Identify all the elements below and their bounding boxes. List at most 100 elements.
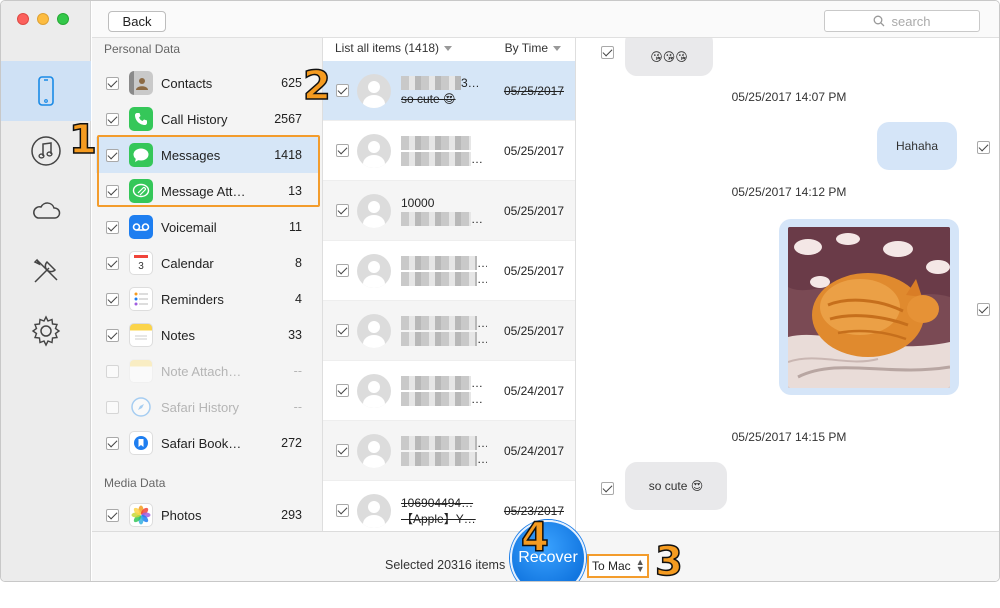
category-checkbox[interactable]	[106, 76, 119, 90]
category-count: --	[293, 400, 302, 414]
message-checkbox[interactable]	[977, 141, 990, 154]
category-label: Photos	[161, 507, 202, 523]
category-contacts[interactable]: Contacts 625	[96, 65, 318, 101]
category-checkbox[interactable]	[106, 112, 119, 126]
item-checkbox[interactable]	[336, 384, 349, 397]
category-checkbox[interactable]	[106, 436, 119, 450]
conversation-pane: 😘😘😘 05/25/2017 14:07 PM Hahaha 05/25/201…	[577, 38, 999, 531]
list-item[interactable]: … … 05/25/2017	[323, 241, 575, 301]
category-messages[interactable]: Messages 1418	[96, 137, 318, 173]
category-safari-bookmarks[interactable]: Safari Book… 272	[96, 425, 318, 461]
message-list: List all items (1418) By Time 3… so cute…	[323, 38, 576, 531]
item-preview: …	[471, 211, 483, 226]
category-reminders[interactable]: Reminders 4	[96, 281, 318, 317]
avatar	[357, 493, 391, 528]
chevron-down-icon	[553, 46, 561, 52]
sort-label: By Time	[504, 41, 548, 55]
list-item[interactable]: 3… so cute 😍 05/25/2017	[323, 61, 575, 121]
item-preview: …	[477, 272, 487, 286]
window-close-button[interactable]	[17, 13, 29, 25]
destination-label: To Mac	[592, 559, 631, 573]
item-preview: …	[477, 452, 487, 466]
item-date: 05/24/2017	[503, 443, 564, 458]
item-date: 05/25/2017	[503, 263, 564, 278]
category-checkbox[interactable]	[106, 328, 119, 342]
cat-photo	[788, 227, 950, 388]
item-title: …	[477, 436, 487, 450]
contacts-icon	[129, 71, 153, 95]
rail-tools-button[interactable]	[1, 241, 91, 301]
window-minimize-button[interactable]	[37, 13, 49, 25]
updown-chevron-icon: ▲ ▼	[635, 557, 645, 574]
list-item[interactable]: … … 05/25/2017	[323, 301, 575, 361]
back-button[interactable]: Back	[108, 11, 166, 32]
category-count: --	[293, 364, 302, 378]
item-title: …	[471, 375, 483, 390]
item-title: 10000	[401, 195, 435, 210]
item-checkbox[interactable]	[336, 144, 349, 157]
list-item[interactable]: … … 05/24/2017	[323, 361, 575, 421]
category-voicemail[interactable]: Voicemail 11	[96, 209, 318, 245]
list-item[interactable]: 10000 … 05/25/2017	[323, 181, 575, 241]
list-item[interactable]: … … 05/24/2017	[323, 421, 575, 481]
rail-icloud-button[interactable]	[1, 181, 91, 241]
rail-settings-button[interactable]	[1, 301, 91, 361]
message-checkbox[interactable]	[977, 303, 990, 316]
avatar	[357, 73, 391, 108]
category-label: Voicemail	[161, 219, 217, 235]
item-checkbox[interactable]	[336, 264, 349, 277]
rail-device-button[interactable]	[1, 61, 91, 121]
list-item[interactable]: … 05/25/2017	[323, 121, 575, 181]
item-checkbox[interactable]	[336, 504, 349, 517]
category-checkbox[interactable]	[106, 220, 119, 234]
category-call-history[interactable]: Call History 2567	[96, 101, 318, 137]
personal-data-heading: Personal Data	[104, 42, 181, 56]
item-date: 05/24/2017	[503, 383, 564, 398]
message-bubble-incoming: 😘😘😘	[625, 38, 713, 76]
destination-select[interactable]: To Mac ▲ ▼	[587, 554, 649, 578]
safari-bookmark-icon	[129, 431, 153, 455]
item-preview: …	[471, 151, 483, 166]
category-count: 2567	[274, 112, 302, 126]
item-checkbox[interactable]	[336, 204, 349, 217]
rail-music-button[interactable]	[1, 121, 91, 181]
message-timestamp: 05/25/2017 14:15 PM	[731, 430, 847, 444]
category-checkbox[interactable]	[106, 184, 119, 198]
category-count: 8	[295, 256, 302, 270]
sort-dropdown[interactable]: By Time	[505, 41, 561, 55]
avatar	[357, 433, 391, 468]
category-count: 13	[288, 184, 302, 198]
item-checkbox[interactable]	[336, 444, 349, 457]
category-label: Contacts	[161, 75, 213, 91]
message-timestamp: 05/25/2017 14:07 PM	[731, 90, 847, 104]
cloud-icon	[33, 202, 61, 219]
message-attachment-icon	[129, 179, 153, 203]
category-checkbox[interactable]	[106, 148, 119, 162]
item-checkbox[interactable]	[336, 324, 349, 337]
category-checkbox[interactable]	[106, 256, 119, 270]
category-panel: Personal Data Contacts 625 Call History …	[92, 38, 323, 531]
item-title: …	[477, 256, 487, 270]
search-input[interactable]: search	[824, 10, 980, 32]
category-checkbox[interactable]	[106, 292, 119, 306]
category-photos[interactable]: Photos 293	[96, 497, 318, 531]
calendar-icon: 3	[129, 251, 153, 275]
music-icon	[31, 136, 61, 166]
category-message-attachments[interactable]: Message Att… 13	[96, 173, 318, 209]
item-checkbox[interactable]	[336, 84, 349, 97]
category-notes[interactable]: Notes 33	[96, 317, 318, 353]
window-zoom-button[interactable]	[57, 13, 69, 25]
message-checkbox[interactable]	[601, 482, 614, 495]
category-checkbox[interactable]	[106, 508, 119, 522]
search-icon	[874, 15, 885, 27]
category-note-attachments: Note Attach… --	[96, 353, 318, 389]
message-checkbox[interactable]	[601, 46, 614, 59]
gear-icon	[31, 315, 61, 347]
item-title: 106904494…	[401, 495, 474, 510]
item-date: 05/25/2017	[503, 203, 564, 218]
list-filter-label: List all items (1418)	[335, 41, 440, 55]
list-filter-dropdown[interactable]: List all items (1418)	[335, 41, 453, 55]
category-calendar[interactable]: 3 Calendar 8	[96, 245, 318, 281]
safari-icon	[129, 395, 153, 419]
svg-text:3: 3	[138, 261, 144, 272]
